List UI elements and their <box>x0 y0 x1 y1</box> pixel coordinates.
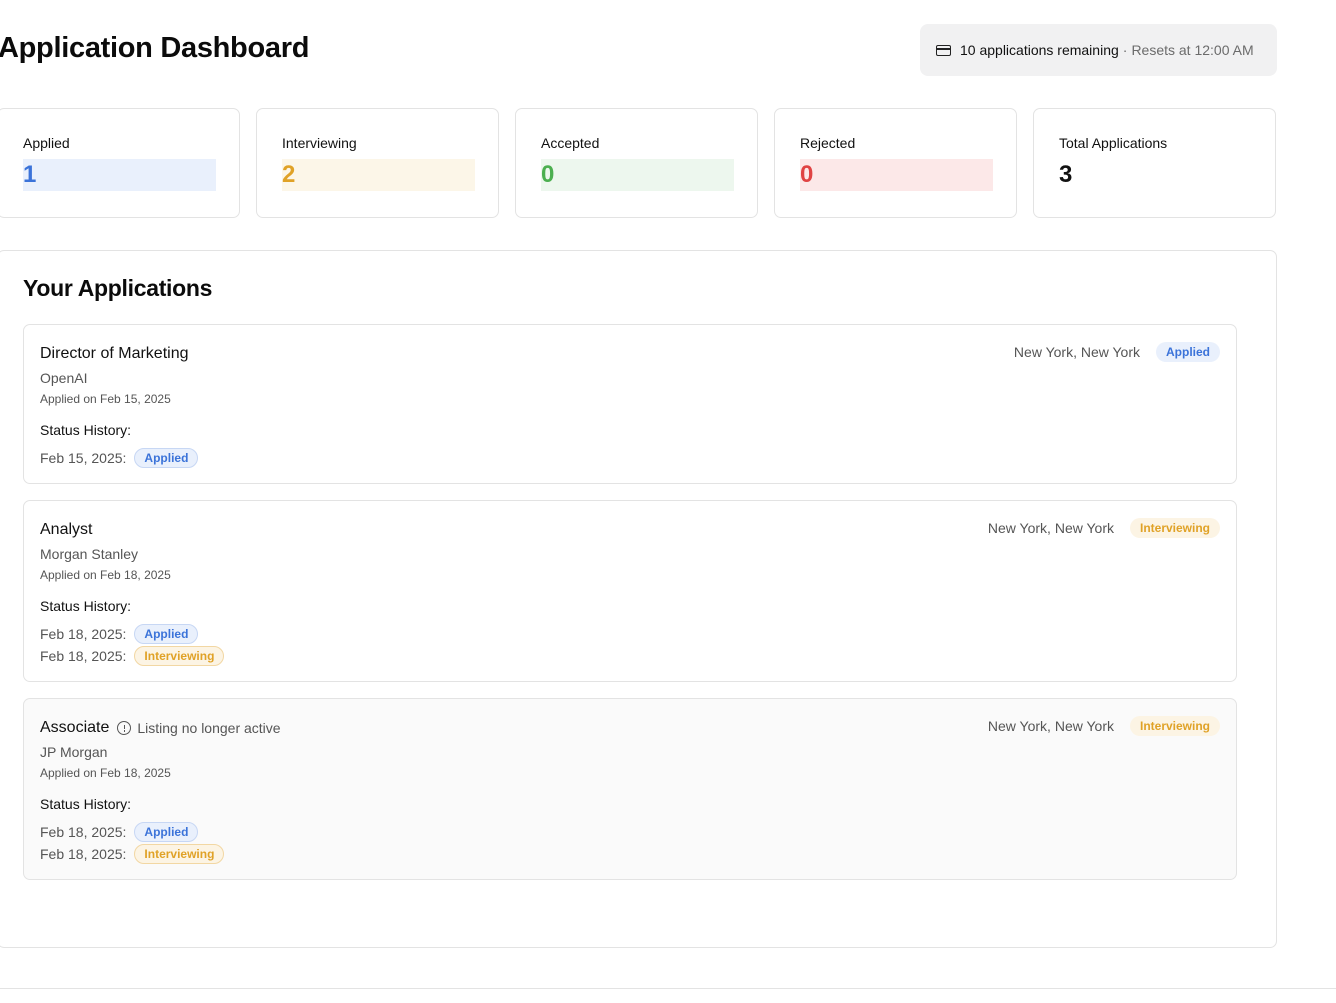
alert-circle-icon <box>117 721 132 735</box>
credit-card-icon <box>936 44 951 56</box>
applied-date: Applied on Feb 18, 2025 <box>40 568 171 582</box>
history-date: Feb 18, 2025: <box>40 846 127 862</box>
inactive-listing-notice: Listing no longer active <box>117 720 281 736</box>
section-title: Your Applications <box>23 275 213 301</box>
history-date: Feb 18, 2025: <box>40 824 127 840</box>
stat-card-accepted: Accepted 0 <box>515 108 758 218</box>
stat-card-total: Total Applications 3 <box>1033 108 1276 218</box>
stats-row: Applied 1 Interviewing 2 Accepted 0 Reje… <box>0 108 1276 218</box>
stat-value: 3 <box>1059 161 1073 188</box>
application-card[interactable]: Associate Listing no longer active JP Mo… <box>23 698 1237 880</box>
company-name: JP Morgan <box>40 744 108 760</box>
stat-label: Interviewing <box>282 135 357 151</box>
stat-label: Total Applications <box>1059 135 1168 151</box>
company-name: OpenAI <box>40 370 88 386</box>
quota-remaining: 10 applications remaining <box>960 42 1119 58</box>
applications-quota-banner: 10 applications remaining · Resets at 12… <box>920 24 1277 76</box>
history-date: Feb 15, 2025: <box>40 450 127 466</box>
history-entry: Feb 15, 2025: Applied <box>40 447 1220 469</box>
stat-label: Accepted <box>541 135 600 151</box>
quota-separator: · <box>1122 42 1128 58</box>
stat-value: 0 <box>541 159 734 191</box>
status-badge: Interviewing <box>134 646 225 666</box>
applications-panel: Your Applications Director of Marketing … <box>0 250 1277 948</box>
status-badge: Applied <box>134 822 199 842</box>
applied-date: Applied on Feb 15, 2025 <box>40 392 171 406</box>
job-title: Analyst <box>40 521 93 538</box>
status-badge: Interviewing <box>134 844 225 864</box>
stat-card-applied: Applied 1 <box>0 108 240 218</box>
status-history: Feb 15, 2025: Applied <box>40 447 1220 469</box>
stat-label: Rejected <box>800 135 856 151</box>
status-history: Feb 18, 2025: Applied Feb 18, 2025: Inte… <box>40 623 1220 667</box>
quota-reset-time: Resets at 12:00 AM <box>1131 42 1254 58</box>
history-entry: Feb 18, 2025: Applied <box>40 623 1220 645</box>
stat-card-interviewing: Interviewing 2 <box>256 108 499 218</box>
status-badge: Applied <box>134 448 199 468</box>
history-entry: Feb 18, 2025: Interviewing <box>40 843 1220 865</box>
current-status-badge: Applied <box>1156 342 1220 362</box>
stat-value: 0 <box>800 159 993 191</box>
status-history-label: Status History: <box>40 796 132 812</box>
current-status-badge: Interviewing <box>1129 716 1220 736</box>
job-title: Associate <box>40 719 110 736</box>
status-badge: Applied <box>134 624 199 644</box>
status-history-label: Status History: <box>40 422 132 438</box>
stat-value: 2 <box>282 159 475 191</box>
history-date: Feb 18, 2025: <box>40 626 127 642</box>
current-status-badge: Interviewing <box>1129 518 1220 538</box>
job-location: New York, New York <box>1013 344 1140 360</box>
page-title: Application Dashboard <box>0 32 310 64</box>
job-title: Director of Marketing <box>40 345 189 362</box>
applied-date: Applied on Feb 18, 2025 <box>40 766 171 780</box>
inactive-listing-text: Listing no longer active <box>137 720 281 736</box>
stat-card-rejected: Rejected 0 <box>774 108 1017 218</box>
application-card[interactable]: Analyst Morgan Stanley Applied on Feb 18… <box>23 500 1237 682</box>
job-location: New York, New York <box>987 718 1114 734</box>
history-entry: Feb 18, 2025: Interviewing <box>40 645 1220 667</box>
job-location: New York, New York <box>987 520 1114 536</box>
history-entry: Feb 18, 2025: Applied <box>40 821 1220 843</box>
status-history: Feb 18, 2025: Applied Feb 18, 2025: Inte… <box>40 821 1220 865</box>
footer-divider <box>0 988 1336 989</box>
application-card[interactable]: Director of Marketing OpenAI Applied on … <box>23 324 1237 484</box>
history-date: Feb 18, 2025: <box>40 648 127 664</box>
stat-label: Applied <box>23 135 70 151</box>
company-name: Morgan Stanley <box>40 546 139 562</box>
stat-value: 1 <box>23 159 216 191</box>
status-history-label: Status History: <box>40 598 132 614</box>
